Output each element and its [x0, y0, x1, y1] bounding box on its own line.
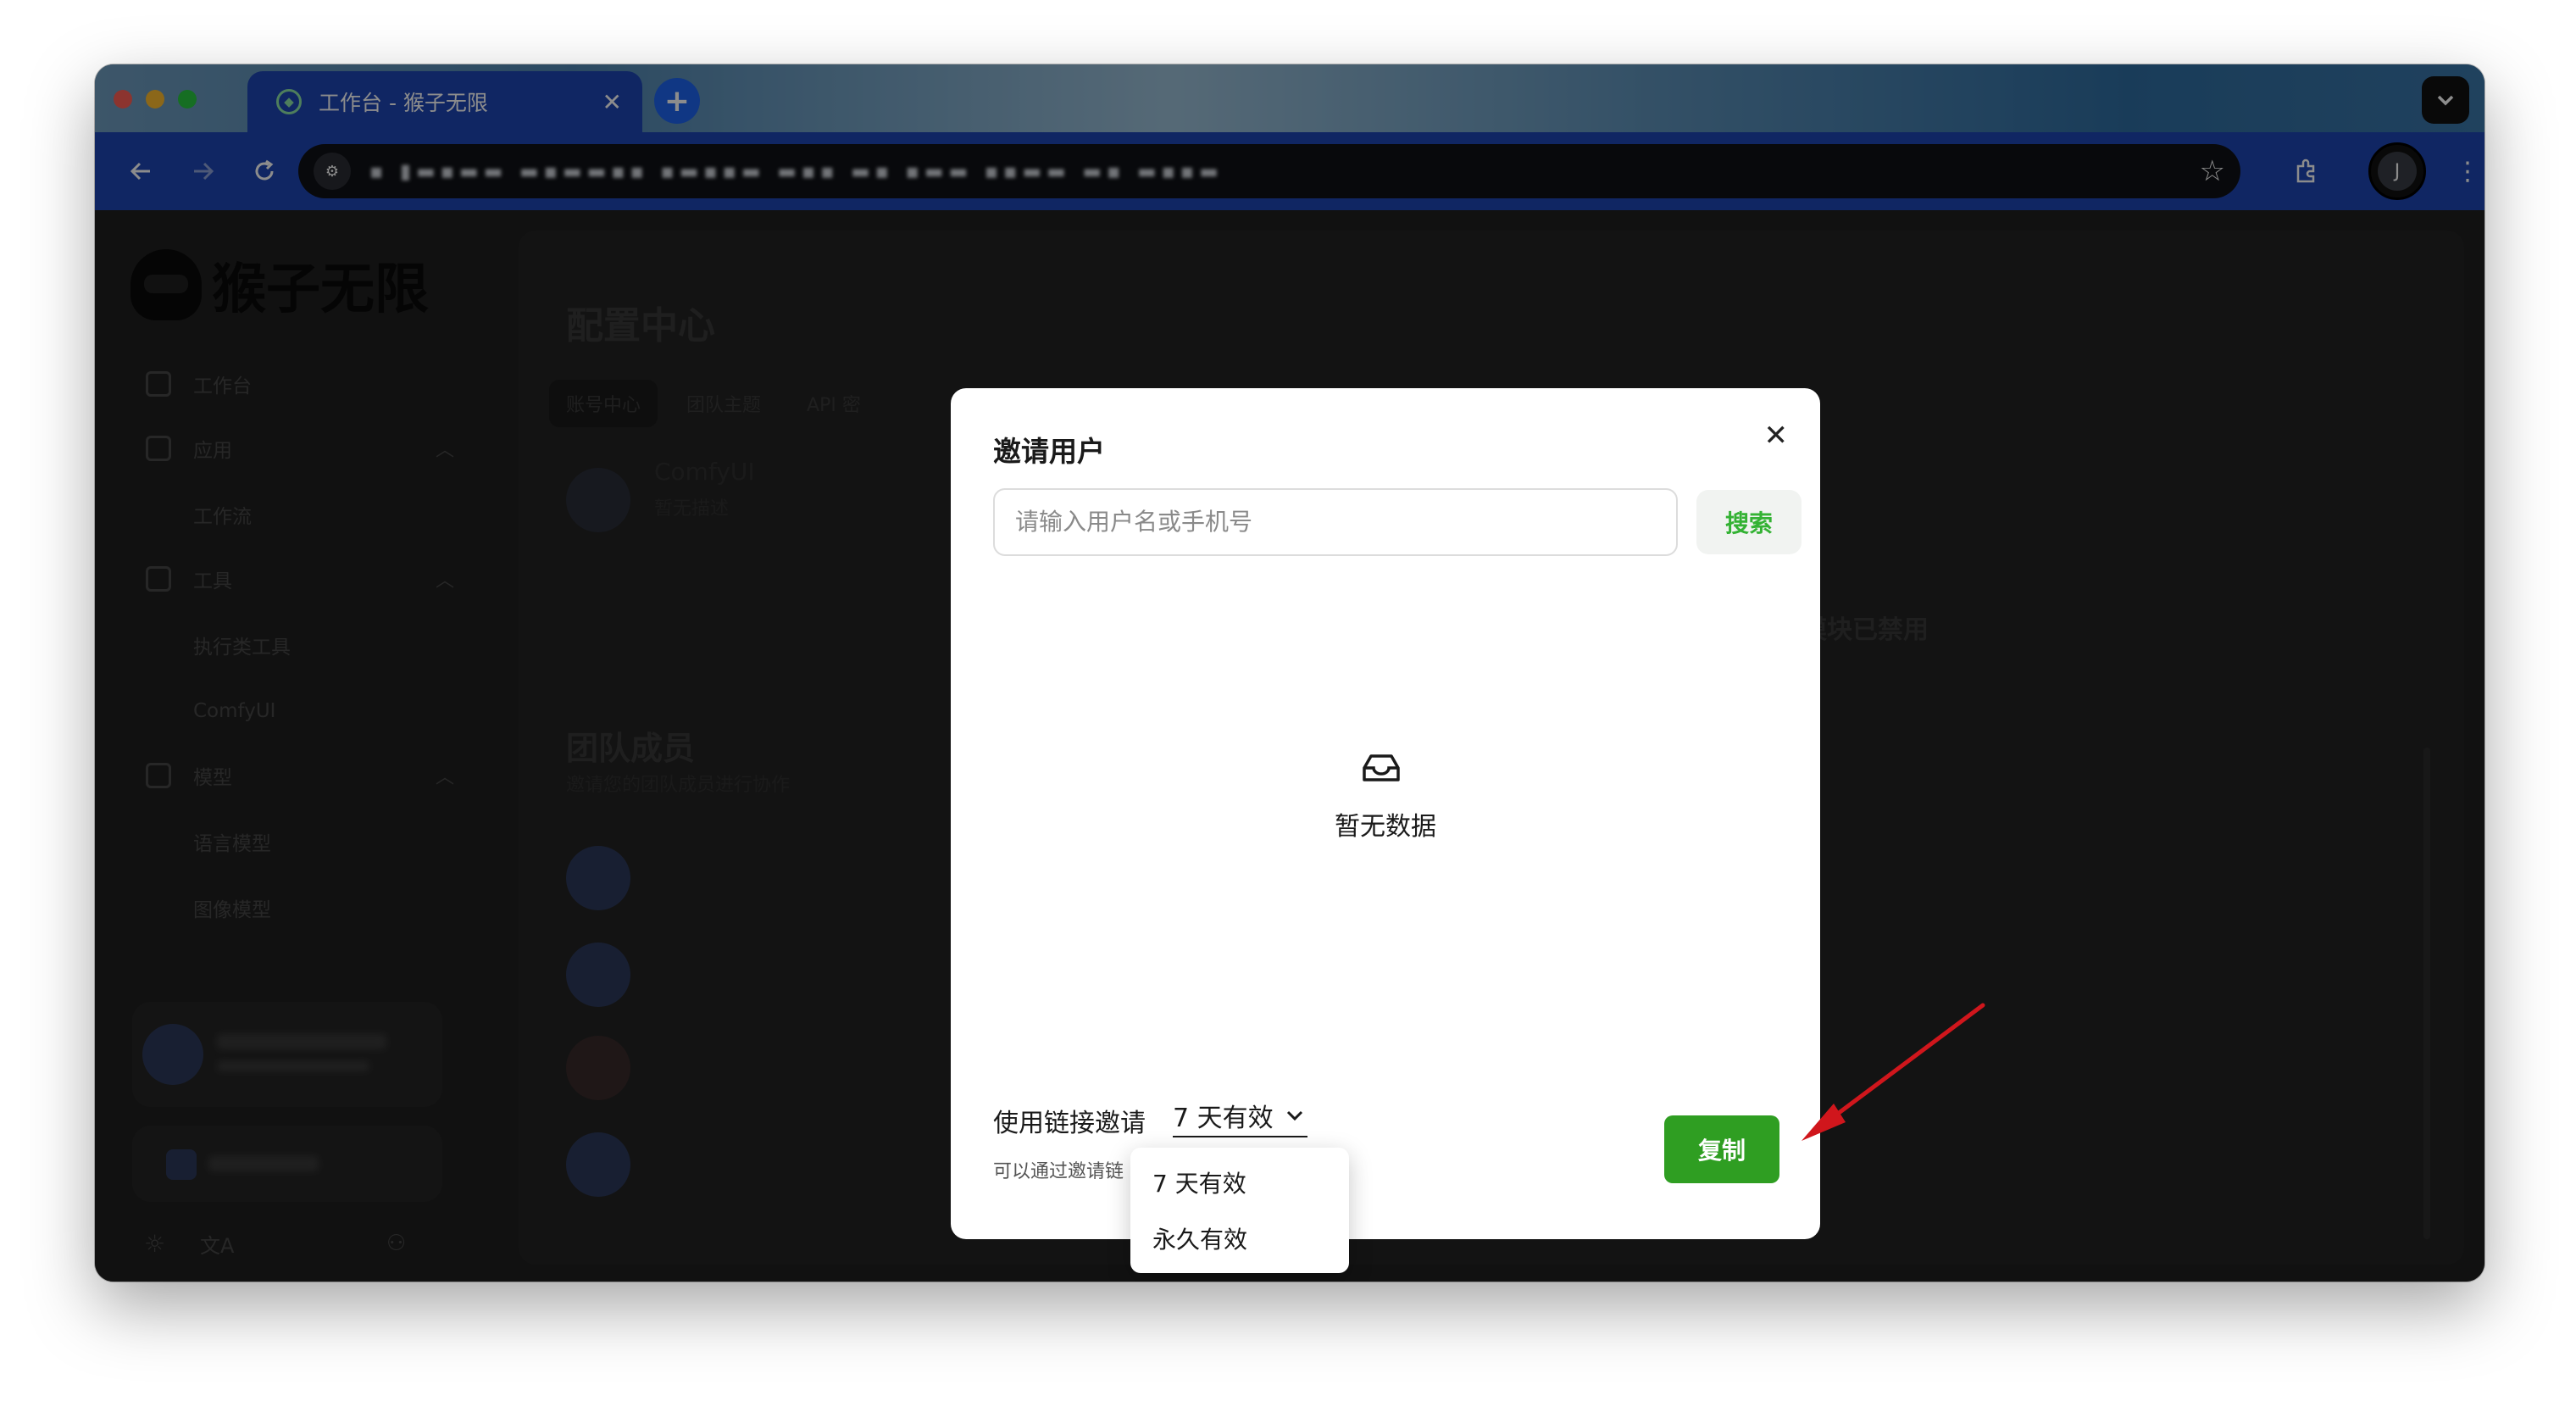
empty-state-text: 暂无数据 — [1335, 812, 1436, 842]
browser-window: ◆ 工作台 - 猴子无限 ✕ + ⚙ ▪ ▮▬▪▬▬ ▬▪▬▬▪▪ ▪▬▪▪▬ … — [95, 64, 2484, 1282]
link-invite-label: 使用链接邀请 — [993, 1109, 1146, 1138]
user-search-input[interactable] — [993, 488, 1678, 556]
validity-option-permanent[interactable]: 永久有效 — [1130, 1210, 1349, 1266]
validity-dropdown: 7 天有效 永久有效 — [1130, 1148, 1349, 1273]
copy-button[interactable]: 复制 — [1664, 1115, 1779, 1183]
close-icon[interactable]: ✕ — [1764, 419, 1789, 453]
validity-selected-value: 7 天有效 — [1173, 1104, 1274, 1133]
search-button[interactable]: 搜索 — [1696, 490, 1802, 554]
inbox-icon — [1363, 754, 1400, 781]
annotation-arrow — [1802, 1003, 1985, 1141]
invite-hint-text: 可以通过邀请链 — [993, 1161, 1124, 1182]
validity-option-7-days[interactable]: 7 天有效 — [1130, 1154, 1349, 1210]
validity-select[interactable]: 7 天有效 — [1173, 1095, 1307, 1137]
chevron-down-icon — [1286, 1110, 1302, 1121]
invite-user-dialog: 邀请用户 ✕ 搜索 暂无数据 使用链接邀请 7 天有效 可以通过邀请链 复制 — [951, 388, 1820, 1239]
dialog-title: 邀请用户 — [993, 435, 1105, 468]
